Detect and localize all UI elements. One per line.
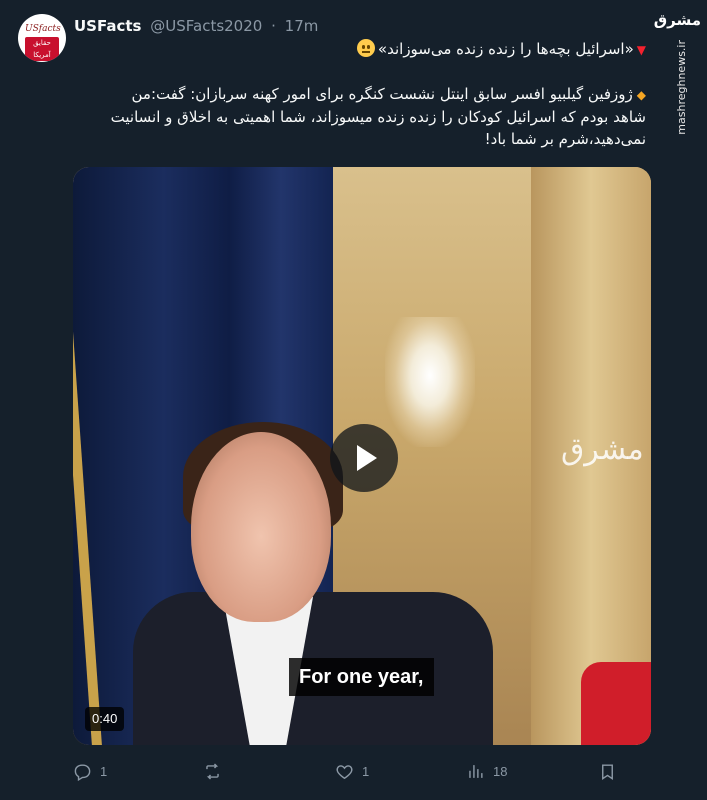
tweet-timestamp[interactable]: 17m [285,17,319,35]
video-frame-speaker-face [191,432,331,622]
video-watermark-logo: مشرق [561,432,644,467]
tweet-body-line-2: شاهد بودم که اسرائیل کودکان را زنده زنده… [110,108,646,126]
video-subtitle: For one year, [289,658,434,696]
separator: · [271,17,276,35]
tweet-body-1: ژوزفین گیلبیو افسر سابق اینتل نشست کنگره… [131,85,633,103]
tweet-body-line-1: ◆ژوزفین گیلبیو افسر سابق اینتل نشست کنگر… [74,83,646,106]
red-triangle-icon: ▼ [636,43,646,57]
views-icon [469,764,483,778]
retweet-icon [206,762,219,780]
play-icon[interactable] [330,424,398,492]
action-bar: 1 1 18 [73,758,651,784]
reply-icon [74,763,91,781]
video-player[interactable]: مشرق For one year, 0:40 [73,167,651,745]
avatar-logo: USfacts حقایق آمریکا [25,24,61,61]
tweet-body-line-3: نمی‌دهید،شرم بر شما باد! [484,130,646,148]
avatar[interactable]: USfacts حقایق آمریکا [18,14,66,62]
views-count: 18 [493,763,508,779]
video-frame-red-shirt [581,662,651,745]
like-button[interactable]: 1 [335,758,369,784]
like-icon [336,764,353,779]
neutral-face-emoji-icon [356,39,375,57]
share-button[interactable] [598,758,617,784]
like-count: 1 [362,763,370,779]
watermark-url: mashreghnews.ir [675,40,688,135]
watermark: مشرق mashreghnews.ir [653,10,701,135]
video-duration: 0:40 [85,707,125,731]
avatar-logo-text: USfacts [25,24,61,34]
tweet-title: «اسرائیل بچه‌ها را زنده زنده می‌سوزاند» [377,40,634,58]
tweet-header: USFacts @USFacts2020 · 17m [74,14,318,38]
video-frame-chandelier [385,317,475,447]
tweet-title-line: ▼«اسرائیل بچه‌ها را زنده زنده می‌سوزاند» [74,38,646,61]
orange-diamond-icon: ◆ [636,88,646,102]
user-handle[interactable]: @USFacts2020 [150,17,262,35]
reply-button[interactable]: 1 [73,758,107,784]
avatar-logo-subtext: حقایق آمریکا [25,37,59,61]
tweet-text: ▼«اسرائیل بچه‌ها را زنده زنده می‌سوزاند»… [74,38,646,150]
reply-count: 1 [100,763,108,779]
retweet-button[interactable] [203,758,230,784]
share-icon [602,763,613,780]
watermark-brand: مشرق [653,11,701,29]
views-button[interactable]: 18 [466,758,507,784]
display-name[interactable]: USFacts [74,17,141,35]
